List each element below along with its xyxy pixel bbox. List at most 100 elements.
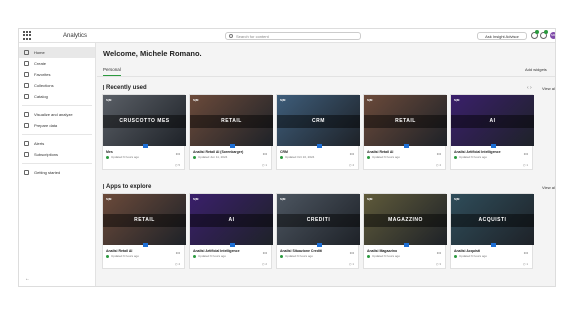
sidebar-item-create[interactable]: Create [19, 58, 95, 69]
app-thumbnail: S|M CRM [277, 95, 360, 146]
app-launcher-icon[interactable] [23, 30, 33, 41]
owner-icon [454, 254, 457, 258]
view-all-button[interactable]: View all [542, 185, 555, 190]
app-card[interactable]: S|M CREDITI Analisi Situazione Crediti Upda… [276, 193, 360, 269]
section-title-apps-to-explore: Apps to explore [103, 184, 151, 190]
thumbnail-label: AI [451, 115, 534, 128]
avatar[interactable]: MR [550, 32, 555, 39]
owner-icon [280, 254, 283, 258]
add-widgets-button[interactable]: Add widgets [525, 67, 547, 72]
sidebar-item-label: Prepare data [34, 123, 58, 128]
sidebar-item-getting-started[interactable]: Getting started [19, 167, 95, 178]
sidebar-item-catalog[interactable]: Catalog [19, 91, 95, 102]
rocket-icon [24, 170, 29, 175]
sidebar-item-favorites[interactable]: Favorites [19, 69, 95, 80]
ask-insight-advisor-button[interactable]: Ask Insight Advisor [477, 32, 527, 40]
sidebar-item-alerts[interactable]: Alerts [19, 138, 95, 149]
more-options-icon[interactable]: ••• [524, 151, 528, 156]
thumbnail-label: CRM [277, 115, 360, 128]
app-card[interactable]: S|M CRM CRM Updated Oct 10, 2024 ◴ 4 ••• [276, 94, 360, 170]
app-card[interactable]: S|M ACQUISTI Analisi Acquisti Updated 6 hou… [450, 193, 534, 269]
sidebar-divider [22, 134, 92, 135]
app-card[interactable]: S|M RETAIL Analisi Retail AI Updated 6 hour… [102, 193, 186, 269]
collection-icon [24, 83, 29, 88]
owner-icon [193, 254, 196, 258]
app-view-count: ◴ 5 [174, 163, 180, 167]
thumbnail-label: MAGAZZINO [364, 214, 447, 227]
section-title-recently-used: Recently used [103, 85, 147, 91]
app-title: Analisi Situazione Crediti [280, 249, 323, 253]
sidebar-item-label: Visualize and analyze [34, 112, 73, 117]
sidebar-item-collections[interactable]: Collections [19, 80, 95, 91]
app-view-count: ◴ 1 [522, 262, 528, 266]
app-card[interactable]: S|M RETAIL Analisi Retail AI (Sorenkarger)… [189, 94, 273, 170]
thumbnail-label: AI [190, 214, 273, 227]
sidebar-item-label: Home [34, 50, 45, 55]
app-thumbnail: S|M RETAIL [103, 194, 186, 245]
view-all-button[interactable]: View all [542, 86, 555, 91]
page-title: Welcome, Michele Romano. [103, 49, 202, 58]
app-type-icon [230, 144, 235, 148]
sidebar-item-home[interactable]: Home [19, 47, 95, 58]
app-title: CRM [280, 150, 288, 154]
more-options-icon[interactable]: ••• [437, 250, 441, 255]
app-thumbnail: S|M MAGAZZINO [364, 194, 447, 245]
search-input[interactable]: Search for content [225, 32, 361, 40]
app-title: Analisi Retail AI (Sorenkarger) [193, 150, 244, 154]
app-thumbnail: S|M AI [190, 194, 273, 245]
owner-icon [106, 254, 109, 258]
app-title: Analisi Magazzino [367, 249, 398, 253]
screen-bezel-top [0, 0, 572, 28]
more-options-icon[interactable]: ••• [176, 151, 180, 156]
mail-icon [24, 152, 29, 157]
collapse-sidebar-icon[interactable]: ← [25, 276, 30, 282]
app-thumbnail: S|M RETAIL [190, 95, 273, 146]
app-view-count: ◴ 3 [435, 262, 441, 266]
app-tag: S|M [367, 98, 373, 102]
analytics-window: Analytics Search for content Ask Insight… [18, 28, 556, 287]
app-tag: S|M [454, 197, 460, 201]
more-options-icon[interactable]: ••• [350, 250, 354, 255]
app-title: Analisi Retail AI [367, 150, 394, 154]
sidebar-item-prepare-data[interactable]: Prepare data [19, 120, 95, 131]
more-options-icon[interactable]: ••• [437, 151, 441, 156]
app-type-icon [143, 144, 148, 148]
sidebar: Home Create Favorites Collections Catalo… [19, 43, 96, 286]
top-bar: Analytics Search for content Ask Insight… [19, 29, 555, 43]
sidebar-item-subscriptions[interactable]: Subscriptions [19, 149, 95, 160]
more-options-icon[interactable]: ••• [263, 151, 267, 156]
app-title: Analytics [63, 32, 88, 39]
chart-icon [24, 112, 29, 117]
tab-personal[interactable]: Personal [103, 67, 121, 76]
app-card[interactable]: S|M RETAIL Analisi Retail AI Updated 6 hour… [363, 94, 447, 170]
sidebar-item-label: Collections [34, 83, 54, 88]
more-options-icon[interactable]: ••• [263, 250, 267, 255]
catalog-icon [24, 94, 29, 99]
app-tag: S|M [454, 98, 460, 102]
owner-icon [454, 155, 457, 159]
sidebar-item-label: Catalog [34, 94, 48, 99]
app-card[interactable]: S|M MAGAZZINO Analisi Magazzino Updated 6 h… [363, 193, 447, 269]
main-content: Welcome, Michele Romano. Personal Add wi… [97, 43, 555, 286]
carousel-arrows[interactable]: ‹ › [527, 85, 532, 91]
sidebar-item-label: Getting started [34, 170, 61, 175]
app-title: Mes [106, 150, 113, 154]
app-card[interactable]: S|M AI Analisi Artificial Intelligence Upda… [189, 193, 273, 269]
app-tag: S|M [367, 197, 373, 201]
app-tag: S|M [280, 197, 286, 201]
app-card[interactable]: S|M CRUSCOTTO MES Mes Updated 6 hours ago ◴ … [102, 94, 186, 170]
app-thumbnail: S|M AI [451, 95, 534, 146]
more-options-icon[interactable]: ••• [524, 250, 528, 255]
sidebar-item-label: Alerts [34, 141, 45, 146]
app-card[interactable]: S|M AI Analisi Artificial Intelligence Upda… [450, 94, 534, 170]
sidebar-item-visualize[interactable]: Visualize and analyze [19, 109, 95, 120]
app-type-icon [317, 243, 322, 247]
search-placeholder: Search for content [236, 33, 269, 39]
app-tag: S|M [106, 98, 112, 102]
owner-icon [367, 254, 370, 258]
app-view-count: ◴ 4 [435, 163, 441, 167]
more-options-icon[interactable]: ••• [176, 250, 180, 255]
more-options-icon[interactable]: ••• [350, 151, 354, 156]
thumbnail-label: CRUSCOTTO MES [103, 115, 186, 128]
app-tag: S|M [106, 197, 112, 201]
